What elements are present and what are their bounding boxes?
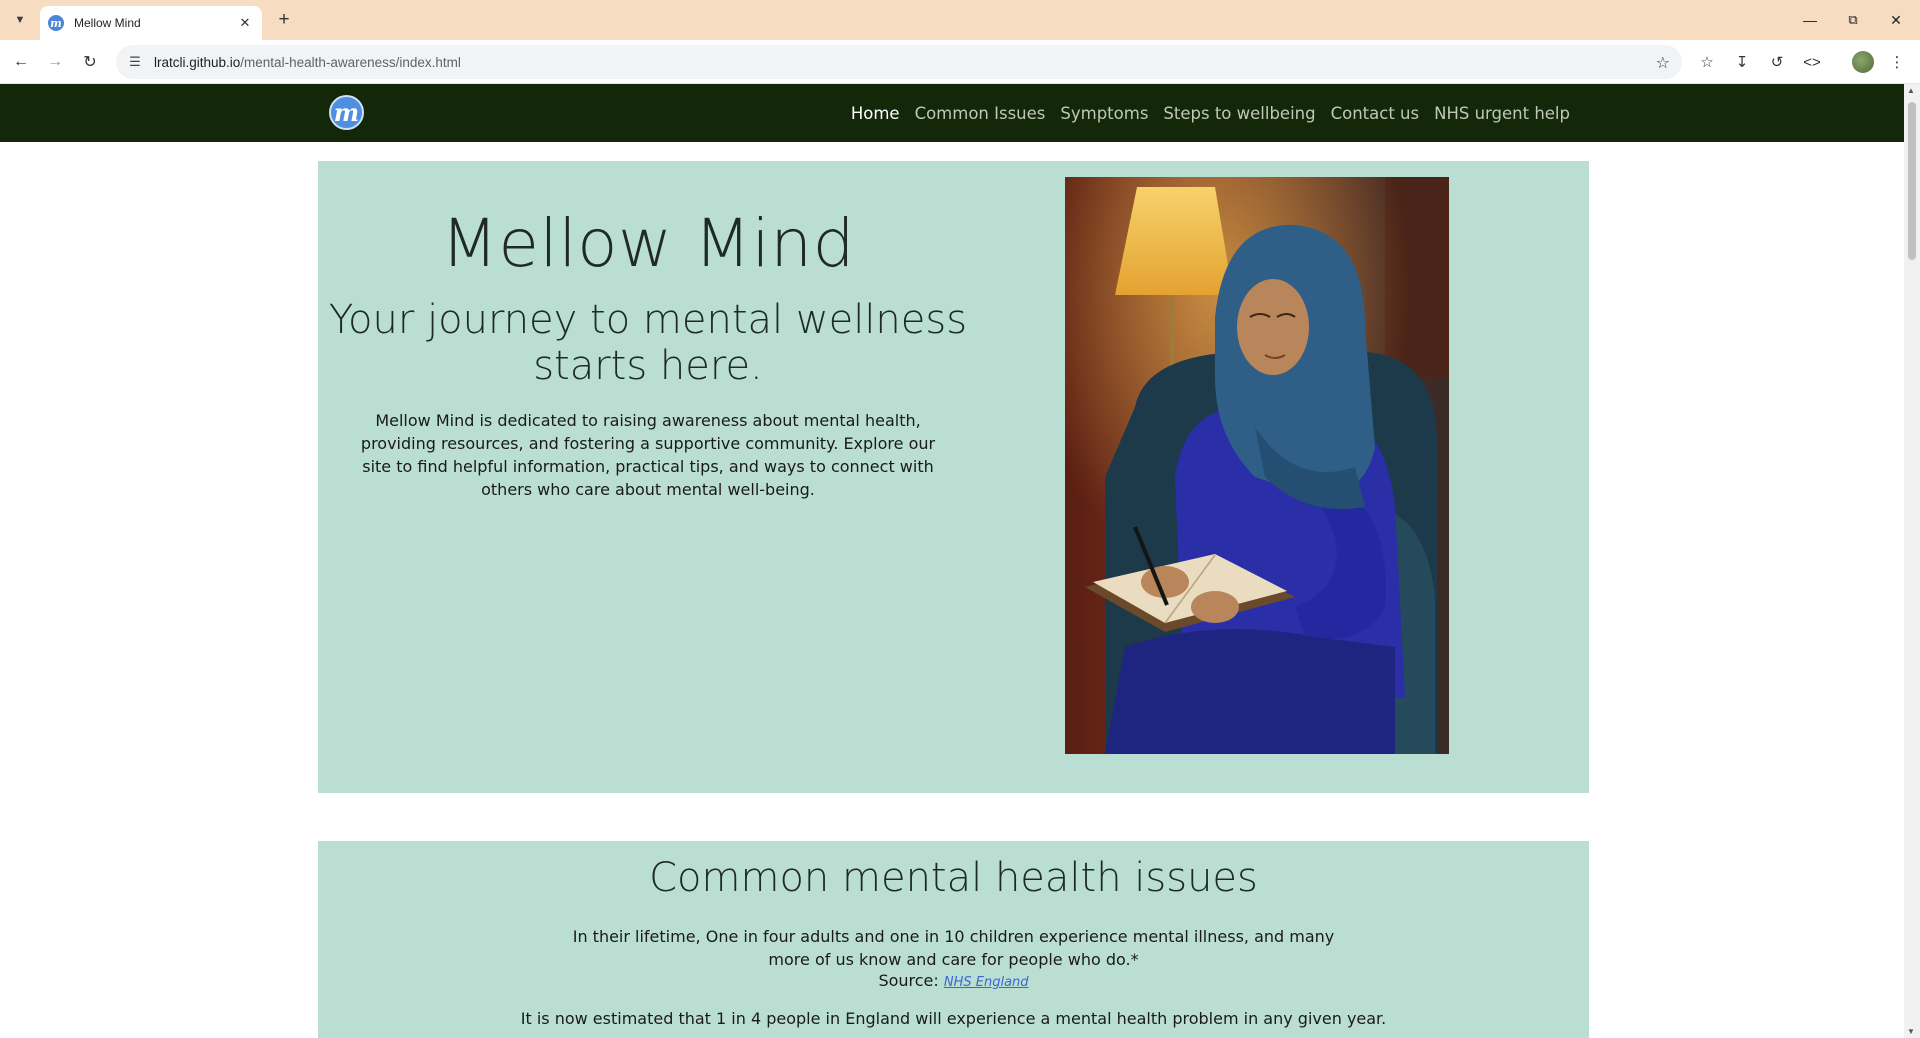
bookmarks-icon[interactable]: ☆ <box>1696 51 1718 73</box>
reload-icon[interactable]: ↻ <box>78 50 102 74</box>
tab-search-chevron-icon[interactable]: ▼ <box>8 8 32 32</box>
issues-source: Source: NHS England <box>318 971 1589 990</box>
menu-kebab-icon[interactable]: ⋮ <box>1886 51 1908 73</box>
back-icon[interactable]: ← <box>9 50 33 74</box>
profile-avatar[interactable] <box>1852 51 1874 73</box>
bookmark-star-icon[interactable]: ☆ <box>1656 53 1670 73</box>
woman-writing-journal-illustration <box>1065 177 1449 754</box>
url-text[interactable]: lratcli.github.io/mental-health-awarenes… <box>154 55 461 70</box>
tab-strip: ▼ m Mellow Mind ✕ + — ⧉ ✕ <box>0 0 1920 40</box>
nav-link-steps-to-wellbeing[interactable]: Steps to wellbeing <box>1163 104 1315 123</box>
issues-title: Common mental health issues <box>649 855 1258 901</box>
tab-title: Mellow Mind <box>74 16 141 30</box>
site-info-icon[interactable]: ☰ <box>126 53 144 71</box>
page-viewport: m Home Common Issues Symptoms Steps to well… <box>0 84 1904 1038</box>
hero-image <box>1065 177 1449 754</box>
main-nav: Home Common Issues Symptoms Steps to wellbe… <box>851 84 1570 142</box>
forward-icon[interactable]: → <box>43 50 67 74</box>
hero-description: Mellow Mind is dedicated to raising awar… <box>360 411 936 499</box>
issues-paragraph: In their lifetime, One in four adults an… <box>572 927 1335 969</box>
nav-link-contact-us[interactable]: Contact us <box>1331 104 1420 123</box>
nav-link-home[interactable]: Home <box>851 104 900 123</box>
url-host: lratcli.github.io <box>154 54 241 70</box>
history-icon[interactable]: ↺ <box>1766 51 1788 73</box>
new-tab-icon[interactable]: + <box>272 9 296 31</box>
scroll-down-icon[interactable]: ▼ <box>1907 1027 1915 1036</box>
site-navbar: m Home Common Issues Symptoms Steps to well… <box>0 84 1904 142</box>
nav-link-common-issues[interactable]: Common Issues <box>915 104 1046 123</box>
restore-icon[interactable]: ⧉ <box>1833 8 1873 32</box>
browser-tab[interactable]: m Mellow Mind ✕ <box>40 6 262 40</box>
scrollbar-thumb[interactable] <box>1908 102 1916 260</box>
issues-statistic: It is now estimated that 1 in 4 people i… <box>520 1009 1387 1028</box>
hero-subtitle: Your journey to mental wellness starts h… <box>328 297 968 389</box>
devtools-code-icon[interactable]: <> <box>1801 51 1823 73</box>
download-icon[interactable]: ↧ <box>1731 51 1753 73</box>
browser-toolbar: ← → ↻ ☰ lratcli.github.io/mental-health-… <box>0 40 1920 84</box>
nav-link-nhs-urgent-help[interactable]: NHS urgent help <box>1434 104 1570 123</box>
favicon-icon: m <box>48 15 64 31</box>
source-label: Source: <box>878 971 939 990</box>
hero-title: Mellow Mind <box>440 205 856 282</box>
page-scrollbar[interactable]: ▲ ▼ <box>1904 84 1920 1038</box>
nav-link-symptoms[interactable]: Symptoms <box>1060 104 1148 123</box>
hero-section: Mellow Mind Your journey to mental welln… <box>318 161 1589 793</box>
site-logo[interactable]: m <box>329 95 364 130</box>
nhs-england-link[interactable]: NHS England <box>944 975 1029 990</box>
address-bar[interactable]: ☰ lratcli.github.io/mental-health-awaren… <box>116 45 1682 79</box>
minimize-icon[interactable]: — <box>1790 8 1830 32</box>
url-path: /mental-health-awareness/index.html <box>240 54 461 70</box>
window-close-icon[interactable]: ✕ <box>1876 8 1916 32</box>
close-tab-icon[interactable]: ✕ <box>236 15 254 31</box>
common-issues-section: Common mental health issues In their lif… <box>318 841 1589 1038</box>
scroll-up-icon[interactable]: ▲ <box>1907 86 1915 95</box>
